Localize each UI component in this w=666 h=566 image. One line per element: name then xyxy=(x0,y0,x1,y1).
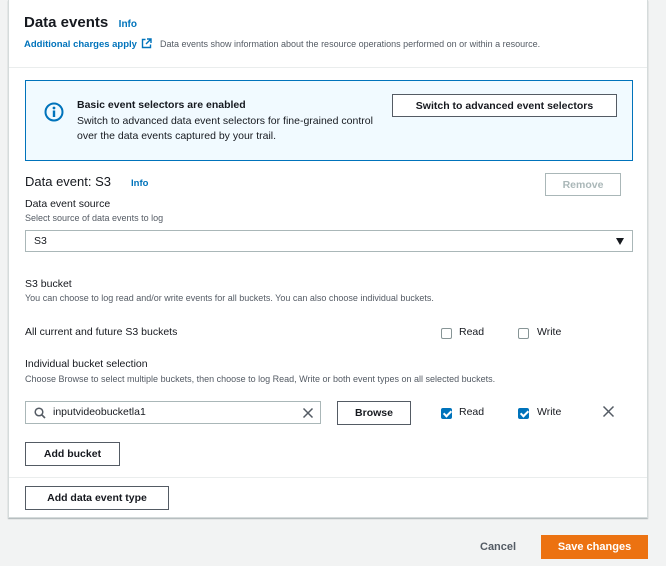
switch-advanced-selectors-button[interactable]: Switch to advanced event selectors xyxy=(392,94,617,117)
clear-icon[interactable] xyxy=(302,407,314,419)
alert-body: Switch to advanced data event selectors … xyxy=(77,115,373,142)
add-bucket-button[interactable]: Add bucket xyxy=(25,442,120,466)
all-buckets-label: All current and future S3 buckets xyxy=(25,326,178,338)
caret-down-icon xyxy=(616,238,624,245)
bucket-read-checkbox[interactable] xyxy=(441,408,452,419)
save-changes-button[interactable]: Save changes xyxy=(541,535,648,559)
cancel-button[interactable]: Cancel xyxy=(480,541,516,553)
all-buckets-write-checkbox[interactable] xyxy=(518,328,529,339)
data-events-panel: Data events Info Additional charges appl… xyxy=(8,0,648,518)
info-alert: Basic event selectors are enabled Switch… xyxy=(25,80,633,161)
info-circle-icon xyxy=(44,102,64,122)
info-link[interactable]: Info xyxy=(119,19,137,30)
bucket-read-label: Read xyxy=(459,406,485,418)
section-divider xyxy=(9,477,647,478)
s3-bucket-label: S3 bucket xyxy=(25,278,72,290)
source-label: Data event source xyxy=(25,198,111,210)
bucket-write-label: Write xyxy=(537,406,562,418)
s3-bucket-description: You can choose to log read and/or write … xyxy=(25,293,434,303)
external-link-icon[interactable] xyxy=(141,38,152,49)
add-data-event-type-button[interactable]: Add data event type xyxy=(25,486,169,510)
remove-button[interactable]: Remove xyxy=(545,173,621,196)
data-event-title: Data event: S3 xyxy=(25,174,111,189)
data-event-info-link[interactable]: Info xyxy=(131,178,148,189)
data-event-source-select[interactable]: S3 xyxy=(25,230,633,252)
individual-bucket-label: Individual bucket selection xyxy=(25,358,148,370)
bucket-search-input[interactable]: inputvideobucketla1 xyxy=(25,401,321,424)
header-description: Data events show information about the r… xyxy=(159,39,541,49)
all-buckets-read-label: Read xyxy=(459,326,485,338)
individual-bucket-description: Choose Browse to select multiple buckets… xyxy=(25,374,496,384)
select-value: S3 xyxy=(34,235,47,247)
bucket-search-value: inputvideobucketla1 xyxy=(53,406,146,418)
panel-title: Data events xyxy=(24,14,109,31)
header-divider xyxy=(9,67,647,68)
alert-title: Basic event selectors are enabled xyxy=(77,99,246,111)
source-description: Select source of data events to log xyxy=(25,213,164,223)
browse-button[interactable]: Browse xyxy=(337,401,411,425)
all-buckets-write-label: Write xyxy=(537,326,562,338)
header-subtitle: Additional charges apply Data events show… xyxy=(24,38,540,50)
search-icon xyxy=(34,407,46,419)
bucket-write-checkbox[interactable] xyxy=(518,408,529,419)
all-buckets-read-checkbox[interactable] xyxy=(441,328,452,339)
close-icon[interactable] xyxy=(602,405,615,418)
additional-charges-link[interactable]: Additional charges apply xyxy=(24,39,137,50)
panel-header: Data events Info xyxy=(24,14,637,32)
